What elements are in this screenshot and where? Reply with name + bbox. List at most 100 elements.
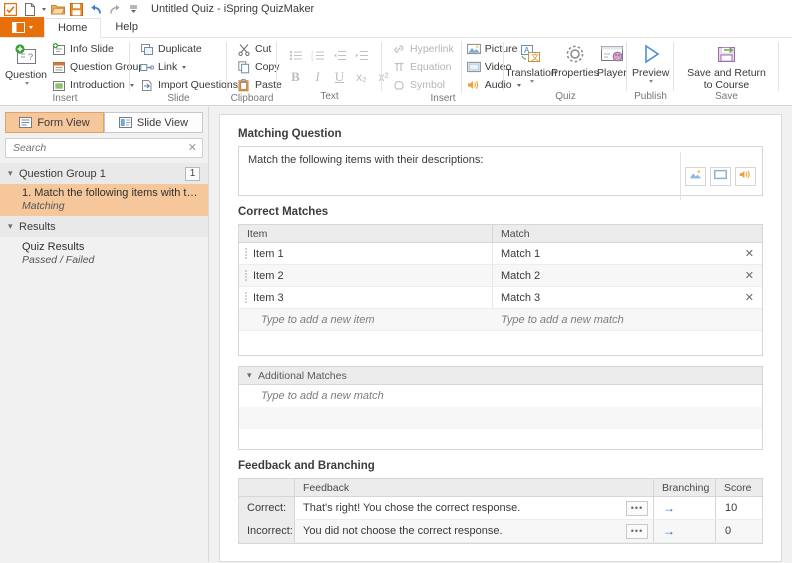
cell-item[interactable]: Item 2	[239, 265, 493, 286]
item-text: Item 1	[253, 247, 284, 260]
translation-button[interactable]: A文 Translation	[505, 41, 557, 83]
tree-group-results[interactable]: ▾ Results	[0, 216, 208, 237]
preview-button[interactable]: Preview	[632, 41, 669, 91]
equation-button[interactable]: Equation	[389, 59, 457, 75]
cell-match[interactable]: Match 2 ✕	[493, 265, 762, 286]
tree-group-question-group-1[interactable]: ▾ Question Group 1 1	[0, 163, 208, 184]
cell-item[interactable]: Item 3	[239, 287, 493, 308]
duplicate-icon	[140, 42, 154, 56]
additional-match-placeholder[interactable]: Type to add a new match	[239, 385, 762, 407]
new-document-icon[interactable]	[22, 2, 37, 17]
save-icon[interactable]	[69, 2, 84, 17]
feedback-text-correct[interactable]: That's right! You chose the correct resp…	[295, 497, 654, 519]
insert-video-button[interactable]	[710, 166, 731, 186]
italic-icon[interactable]: I	[308, 68, 327, 86]
open-folder-icon[interactable]	[50, 2, 65, 17]
cell-item[interactable]: Item 1	[239, 243, 493, 264]
feedback-row-correct[interactable]: Correct: That's right! You chose the cor…	[239, 497, 762, 520]
slide-view-button[interactable]: Slide View	[104, 112, 203, 133]
equation-icon	[392, 60, 406, 74]
tree-item-quiz-results[interactable]: Quiz Results Passed / Failed	[0, 237, 208, 270]
form-view-button[interactable]: Form View	[5, 112, 104, 133]
ribbon-filler	[779, 38, 792, 105]
insert-audio-button[interactable]	[735, 166, 756, 186]
symbol-button[interactable]: Symbol	[389, 77, 457, 93]
branching-arrow-correct[interactable]: →	[654, 497, 716, 519]
translation-dropdown-icon[interactable]	[529, 80, 534, 83]
drag-handle-icon[interactable]	[239, 291, 253, 305]
feedback-more-button-incorrect[interactable]: •••	[626, 523, 648, 539]
new-match-placeholder[interactable]: Type to add a new match	[493, 314, 762, 326]
feedback-text-incorrect[interactable]: You did not choose the correct response.…	[295, 520, 654, 542]
feedback-more-button-correct[interactable]: •••	[626, 500, 648, 516]
tab-help[interactable]: Help	[101, 17, 152, 37]
increase-indent-icon[interactable]	[352, 47, 371, 65]
copy-label: Copy	[255, 61, 280, 73]
properties-button[interactable]: Properties	[551, 41, 599, 79]
numbered-list-icon[interactable]: 123	[308, 47, 327, 65]
slide-view-icon	[118, 117, 132, 128]
view-toggle: Form View Slide View	[0, 106, 208, 138]
tab-home[interactable]: Home	[44, 18, 102, 38]
preview-dropdown-icon[interactable]	[649, 80, 654, 83]
delete-row-icon[interactable]: ✕	[745, 247, 754, 260]
question-button[interactable]: ? Question	[5, 41, 47, 93]
link-dropdown-icon[interactable]	[182, 65, 187, 69]
matching-question-title: Matching Question	[238, 128, 342, 140]
search-box[interactable]: ✕	[5, 138, 203, 158]
chevron-down-icon-additional[interactable]: ▾	[247, 370, 258, 381]
score-correct[interactable]: 10	[716, 497, 762, 519]
cell-match[interactable]: Match 1 ✕	[493, 243, 762, 264]
score-incorrect[interactable]: 0	[716, 520, 762, 542]
chevron-down-icon[interactable]: ▾	[8, 168, 19, 179]
customize-toolbar-icon[interactable]	[126, 2, 141, 17]
copy-icon	[237, 60, 251, 74]
chevron-down-icon-results[interactable]: ▾	[8, 221, 19, 232]
search-input[interactable]	[11, 141, 188, 155]
form-view-label: Form View	[37, 116, 90, 129]
subscript-icon[interactable]: x₂	[352, 68, 371, 86]
table-row[interactable]: Item 1 Match 1 ✕	[239, 243, 762, 265]
duplicate-button[interactable]: Duplicate	[137, 41, 241, 57]
ribbon-group-insert: ? Question Info Slide Question Group Int…	[0, 38, 144, 105]
app-icon[interactable]	[3, 2, 18, 17]
workspace: Form View Slide View ✕ ▾ Question Group …	[0, 106, 792, 562]
question-tree: ▾ Question Group 1 1 1. Match the follow…	[0, 163, 208, 562]
bullet-list-icon[interactable]	[286, 47, 305, 65]
decrease-indent-icon[interactable]	[330, 47, 349, 65]
symbol-icon	[392, 78, 406, 92]
bold-icon[interactable]: B	[286, 68, 305, 86]
tree-item-question-1[interactable]: 1. Match the following items with the...…	[0, 184, 208, 216]
import-questions-button[interactable]: Import Questions	[137, 77, 241, 93]
clear-icon[interactable]: ✕	[188, 142, 197, 154]
cell-match[interactable]: Match 3 ✕	[493, 287, 762, 308]
question-text-box[interactable]: Match the following items with their des…	[238, 146, 763, 200]
table-row[interactable]: Item 2 Match 2 ✕	[239, 265, 762, 287]
drag-handle-icon[interactable]	[239, 247, 253, 261]
table-row[interactable]: Item 3 Match 3 ✕	[239, 287, 762, 309]
link-icon	[140, 60, 154, 74]
delete-row-icon[interactable]: ✕	[745, 269, 754, 282]
new-row-placeholder[interactable]: Type to add a new item Type to add a new…	[239, 309, 762, 331]
question-text[interactable]: Match the following items with their des…	[239, 147, 680, 173]
file-menu-button[interactable]	[0, 17, 44, 37]
undo-icon[interactable]	[88, 2, 103, 17]
new-document-dropdown-icon[interactable]	[42, 7, 46, 11]
player-button[interactable]: Player	[597, 41, 627, 79]
underline-icon[interactable]: U	[330, 68, 349, 86]
insert-image-button[interactable]	[685, 166, 706, 186]
drag-handle-icon[interactable]	[239, 269, 253, 283]
branching-arrow-incorrect[interactable]: →	[654, 520, 716, 542]
symbol-label: Symbol	[410, 79, 446, 91]
question-dropdown-icon[interactable]	[24, 82, 29, 85]
new-item-placeholder[interactable]: Type to add a new item	[239, 314, 493, 326]
redo-icon[interactable]	[107, 2, 122, 17]
link-button[interactable]: Link	[137, 59, 241, 75]
additional-matches-header[interactable]: ▾ Additional Matches	[239, 367, 762, 385]
delete-row-icon[interactable]: ✕	[745, 291, 754, 304]
save-and-return-button[interactable]: Save and Return to Course	[680, 41, 774, 91]
hyperlink-button[interactable]: Hyperlink	[389, 41, 457, 57]
scissors-icon	[237, 42, 251, 56]
correct-matches-title: Correct Matches	[238, 206, 329, 218]
feedback-row-incorrect[interactable]: Incorrect: You did not choose the correc…	[239, 520, 762, 543]
